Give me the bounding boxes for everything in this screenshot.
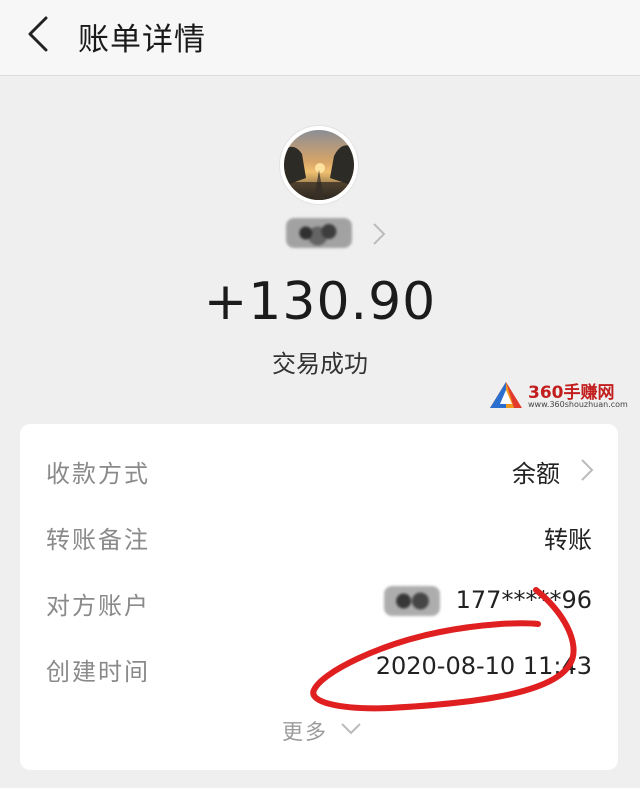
more-button[interactable]: 更多 <box>282 714 372 746</box>
chevron-down-icon <box>341 723 361 735</box>
blurred-name <box>286 218 352 248</box>
chevron-right-icon <box>581 459 594 481</box>
watermark: 360手赚网 www.360shouzhuan.com <box>488 378 638 412</box>
avatar[interactable] <box>280 126 358 204</box>
watermark-logo-icon <box>490 382 522 408</box>
row-label: 创建时间 <box>46 658 150 686</box>
top-bar: 账单详情 <box>0 0 640 76</box>
row-value: 177*****96 <box>455 586 592 614</box>
row-value: 转账 <box>544 526 592 554</box>
transfer-note-row: 转账备注 转账 <box>20 514 618 558</box>
transaction-status: 交易成功 <box>272 350 368 378</box>
details-card: 收款方式 余额 转账备注 转账 对方账户 177*****96 创建时间 202… <box>20 424 618 770</box>
row-label: 对方账户 <box>46 592 150 620</box>
row-label: 转账备注 <box>46 526 150 554</box>
more-label: 更多 <box>282 720 328 744</box>
row-label: 收款方式 <box>46 460 150 488</box>
page-title: 账单详情 <box>78 22 206 58</box>
row-value: 余额 <box>512 460 560 488</box>
payment-method-row[interactable]: 收款方式 余额 <box>20 448 618 492</box>
row-value: 2020-08-10 11:43 <box>375 652 592 680</box>
blurred-account-name <box>384 586 440 616</box>
created-time-row: 创建时间 2020-08-10 11:43 <box>20 646 618 690</box>
avatar-image <box>284 130 354 200</box>
back-arrow-icon <box>28 16 48 52</box>
back-button[interactable] <box>18 12 58 56</box>
watermark-url: www.360shouzhuan.com <box>528 400 628 409</box>
counterparty-account-row: 对方账户 177*****96 <box>20 580 618 624</box>
counterparty-name[interactable] <box>284 212 394 256</box>
chevron-right-icon <box>373 223 386 245</box>
transaction-amount: +130.90 <box>203 272 437 332</box>
